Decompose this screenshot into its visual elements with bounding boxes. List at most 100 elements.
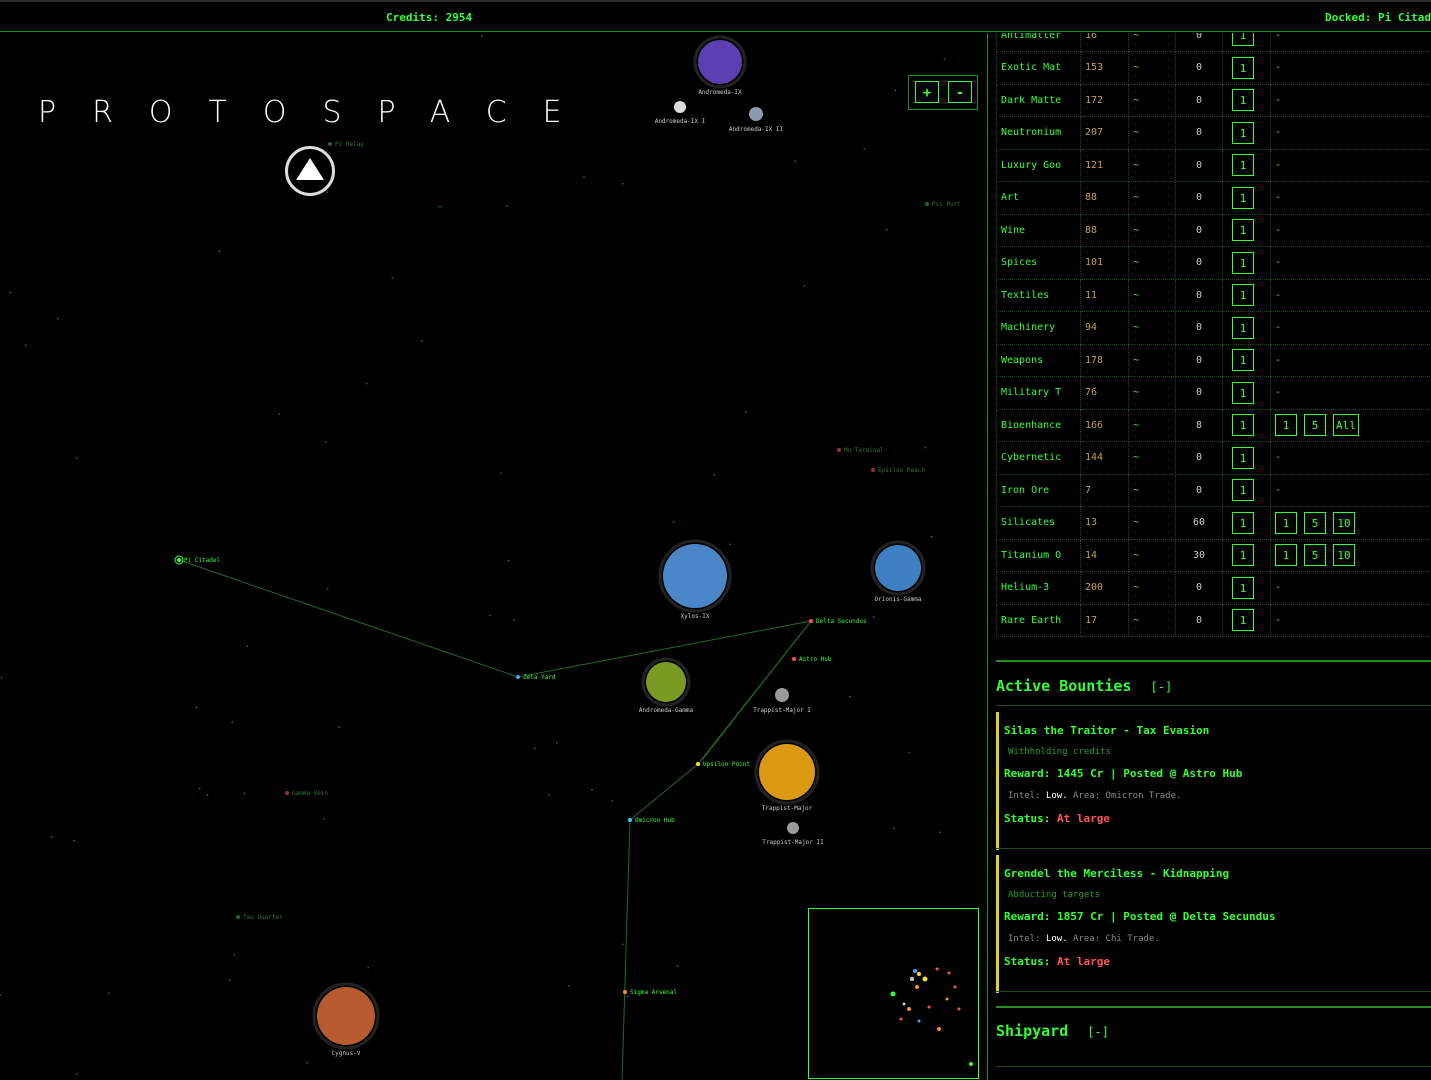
bounty-card[interactable]: Silas the Traitor - Tax Evasion Withhold… <box>996 712 1431 850</box>
background-star <box>323 818 326 820</box>
planet[interactable] <box>317 987 375 1045</box>
background-star <box>849 695 851 698</box>
commodity-price: 88 <box>1080 214 1129 247</box>
planet-label: Andromeda-Gamma <box>639 707 694 714</box>
station-label: Sigma Arsenal <box>630 989 677 996</box>
station-marker[interactable] <box>285 791 289 795</box>
shipyard-collapse-toggle[interactable]: [-] <box>1087 1025 1109 1039</box>
sell-unavailable: - <box>1275 257 1282 269</box>
planet[interactable] <box>787 822 799 834</box>
planet[interactable] <box>875 545 921 591</box>
station-marker[interactable] <box>328 142 332 146</box>
cargo-held: 0 <box>1175 51 1223 85</box>
game-logo: PROTOSPACE <box>38 95 598 130</box>
sell-qty-button[interactable]: 10 <box>1333 511 1355 534</box>
planet[interactable] <box>698 40 742 84</box>
divider <box>996 1066 1431 1067</box>
station-label: Gamma Vein <box>292 790 329 797</box>
planet[interactable] <box>646 662 686 702</box>
sell-qty-button[interactable]: 5 <box>1304 544 1326 567</box>
commodity-trend: ~ <box>1128 506 1176 540</box>
commodity-price: 16 <box>1080 33 1129 52</box>
ship-triangle-icon <box>296 158 324 180</box>
station-marker[interactable] <box>236 915 240 919</box>
buy-qty-button[interactable]: 1 <box>1232 381 1254 404</box>
sell-qty-button[interactable]: 1 <box>1275 414 1297 437</box>
star-map[interactable]: Andromeda-IX Andromeda-IX I Andromeda-IX I… <box>0 33 987 1080</box>
zoom-in-button[interactable]: + <box>915 81 939 103</box>
station-marker[interactable] <box>809 619 813 623</box>
station-marker[interactable] <box>696 762 700 766</box>
station-marker[interactable] <box>628 818 632 822</box>
buy-qty-button[interactable]: 1 <box>1232 186 1254 209</box>
bounties-collapse-toggle[interactable]: [-] <box>1151 680 1173 694</box>
sell-cell: - <box>1270 116 1431 150</box>
commodity-name: Exotic Mat <box>996 51 1081 85</box>
buy-qty-button[interactable]: 1 <box>1232 576 1254 599</box>
station-marker[interactable] <box>516 675 520 679</box>
buy-qty-button[interactable]: 1 <box>1232 56 1254 79</box>
buy-qty-button[interactable]: 1 <box>1232 414 1254 437</box>
bounties-header: Active Bounties [-] <box>996 677 1172 695</box>
planet[interactable] <box>749 107 763 121</box>
station-label: Epsilon Reach <box>878 467 925 474</box>
station-label: Mu Terminal <box>844 447 884 454</box>
sell-qty-button[interactable]: 1 <box>1275 511 1297 534</box>
bounty-card[interactable]: Grendel the Merciless - Kidnapping Abduc… <box>996 855 1431 993</box>
background-star <box>75 1073 78 1075</box>
intel-label: Intel: <box>1008 791 1041 801</box>
planet[interactable] <box>674 101 686 113</box>
station-label: Zeta Yard <box>523 674 556 681</box>
buy-qty-button[interactable]: 1 <box>1232 251 1254 274</box>
sell-qty-button[interactable]: 1 <box>1275 544 1297 567</box>
planet[interactable] <box>759 744 815 800</box>
section-rule <box>996 1006 1431 1008</box>
buy-qty-button[interactable]: 1 <box>1232 121 1254 144</box>
planet[interactable] <box>775 688 789 702</box>
commodity-name: Military T <box>996 376 1081 410</box>
station-marker[interactable] <box>871 468 875 472</box>
commodity-trend: ~ <box>1128 181 1176 215</box>
buy-qty-button[interactable]: 1 <box>1232 349 1254 372</box>
buy-qty-button[interactable]: 1 <box>1232 609 1254 632</box>
sell-qty-button[interactable]: 5 <box>1304 511 1326 534</box>
sell-qty-button[interactable]: 10 <box>1333 544 1355 567</box>
background-star <box>489 614 491 617</box>
buy-qty-button[interactable]: 1 <box>1232 33 1254 46</box>
commodity-name: Helium-3 <box>996 571 1081 605</box>
cargo-held: 0 <box>1175 116 1223 150</box>
sell-unavailable: - <box>1275 62 1282 74</box>
background-star <box>0 676 3 679</box>
sell-qty-button[interactable]: All <box>1333 414 1359 437</box>
sell-qty-button[interactable]: 5 <box>1304 414 1326 437</box>
background-star <box>56 317 59 320</box>
minimap-dot <box>953 985 957 989</box>
station-marker[interactable] <box>177 558 181 562</box>
minimap-dot <box>937 1027 941 1031</box>
buy-qty-button[interactable]: 1 <box>1232 479 1254 502</box>
planet[interactable] <box>663 544 727 608</box>
player-ship-button[interactable] <box>285 146 335 196</box>
commodity-name: Luxury Goo <box>996 149 1081 182</box>
station-marker[interactable] <box>925 202 929 206</box>
minimap[interactable] <box>808 908 979 1079</box>
buy-qty-button[interactable]: 1 <box>1232 219 1254 242</box>
shipyard-title: Shipyard <box>996 1022 1069 1040</box>
buy-qty-button[interactable]: 1 <box>1232 544 1254 567</box>
buy-qty-button[interactable]: 1 <box>1232 284 1254 307</box>
station-label: Omicron Hub <box>635 817 675 824</box>
zoom-out-button[interactable]: - <box>948 81 972 103</box>
background-star <box>930 535 933 538</box>
station-marker[interactable] <box>837 448 841 452</box>
status-value: At large <box>1056 812 1110 825</box>
commodity-trend: ~ <box>1128 279 1176 312</box>
station-marker[interactable] <box>623 990 627 994</box>
cargo-held: 0 <box>1175 344 1223 377</box>
buy-qty-button[interactable]: 1 <box>1232 316 1254 339</box>
buy-qty-button[interactable]: 1 <box>1232 511 1254 534</box>
buy-qty-button[interactable]: 1 <box>1232 89 1254 112</box>
buy-qty-button[interactable]: 1 <box>1232 446 1254 469</box>
buy-qty-button[interactable]: 1 <box>1232 154 1254 177</box>
station-marker[interactable] <box>792 657 796 661</box>
sell-cell: - <box>1270 84 1431 117</box>
